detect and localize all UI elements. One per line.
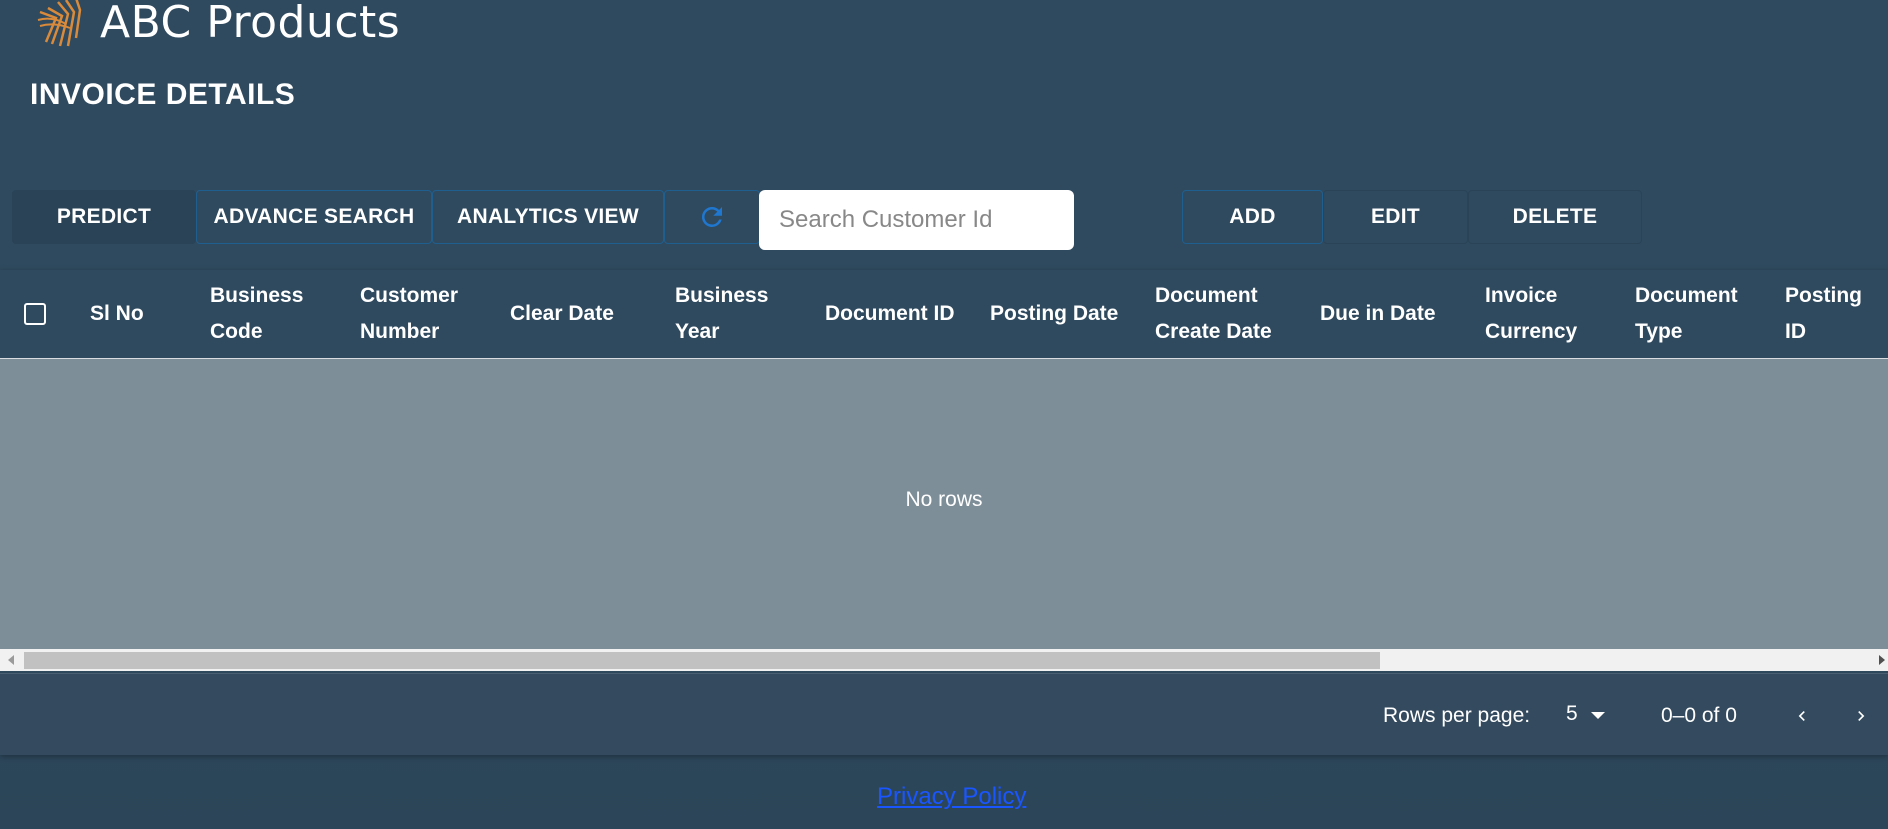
advance-search-button[interactable]: ADVANCE SEARCH [196,190,432,244]
crud-toolbar: ADD EDIT DELETE [1182,190,1642,244]
chevron-left-icon [1798,711,1805,721]
rows-per-page-select[interactable]: 5 [1566,702,1605,726]
chevron-right-icon [1858,711,1865,721]
action-toolbar: PREDICT ADVANCE SEARCH ANALYTICS VIEW [12,190,760,244]
column-header-business-code[interactable]: Business Code [210,270,303,358]
privacy-policy-link[interactable]: Privacy Policy [877,783,1026,811]
empty-state-text: No rows [905,488,983,511]
column-header-due-in-date[interactable]: Due in Date [1320,270,1436,358]
column-header-document-id[interactable]: Document ID [825,270,955,358]
column-header-sl-no[interactable]: Sl No [90,270,144,358]
column-header-posting-id[interactable]: Posting ID [1785,270,1862,358]
rows-per-page-value: 5 [1566,702,1578,725]
table-pagination: Rows per page: 5 0–0 of 0 [0,673,1888,755]
scrollbar-thumb[interactable] [24,652,1380,669]
column-header-invoice-currency[interactable]: Invoice Currency [1485,270,1577,358]
table-body: No rows [0,359,1888,649]
refresh-icon [701,206,722,227]
brand-logo: ABC Products [36,0,400,50]
refresh-button[interactable] [664,190,760,244]
scroll-right-icon[interactable] [1879,655,1885,665]
column-header-document-create-date[interactable]: Document Create Date [1155,270,1272,358]
edit-button[interactable]: EDIT [1323,190,1468,244]
column-header-customer-number[interactable]: Customer Number [360,270,458,358]
predict-button[interactable]: PREDICT [12,190,196,244]
previous-page-button[interactable] [1784,698,1820,734]
search-placeholder: Search Customer Id [779,206,993,233]
add-button[interactable]: ADD [1182,190,1323,244]
next-page-button[interactable] [1843,698,1879,734]
analytics-view-button[interactable]: ANALYTICS VIEW [432,190,664,244]
brand-name: ABC Products [100,0,401,48]
delete-button[interactable]: DELETE [1468,190,1642,244]
column-header-business-year[interactable]: Business Year [675,270,768,358]
chevron-down-icon [1590,711,1605,719]
search-customer-input[interactable]: Search Customer Id [759,190,1074,250]
horizontal-scrollbar[interactable] [0,649,1888,671]
column-header-clear-date[interactable]: Clear Date [510,270,614,358]
column-header-posting-date[interactable]: Posting Date [990,270,1118,358]
column-header-document-type[interactable]: Document Type [1635,270,1738,358]
pagination-range: 0–0 of 0 [1661,704,1737,727]
invoice-table: Sl No Business Code Customer Number Clear … [0,270,1888,755]
scroll-left-icon[interactable] [8,655,14,665]
table-header: Sl No Business Code Customer Number Clear … [0,270,1888,359]
page-title: INVOICE DETAILS [30,78,296,111]
select-all-checkbox[interactable] [24,303,46,325]
brand-logo-icon [37,0,82,47]
rows-per-page-label: Rows per page: [1383,704,1531,727]
